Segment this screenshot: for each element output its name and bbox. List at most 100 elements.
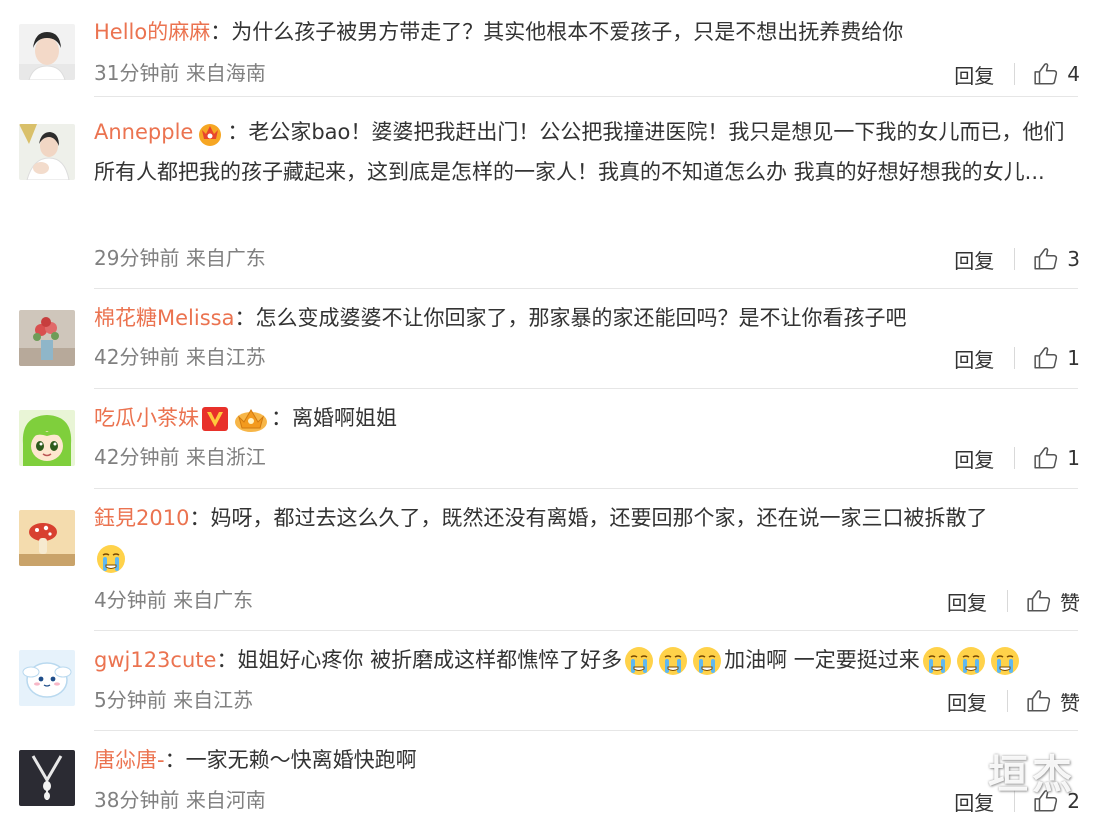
crying-face-emoji-icon: [625, 647, 654, 675]
reply-button[interactable]: 回复: [954, 444, 994, 473]
avatar[interactable]: [19, 24, 75, 80]
avatar[interactable]: [19, 510, 75, 566]
comment-source: 来自江苏: [185, 345, 266, 369]
comment-body: ：姐姐好心疼你 被折磨成这样都憔悴了好多: [216, 648, 623, 672]
divider: [94, 96, 1078, 97]
comment-source: 来自广东: [173, 588, 254, 612]
divider: [94, 630, 1078, 631]
crying-face-emoji-icon: [693, 647, 722, 675]
comment-time: 38分钟前: [94, 788, 180, 812]
comment-text: 吃瓜小茶妹 ：离婚啊姐姐: [94, 398, 1084, 438]
thumbs-up-icon: [1027, 590, 1051, 612]
action-separator: [1014, 248, 1016, 270]
like-count: 1: [1067, 346, 1080, 370]
comment-actions: 回复 赞: [947, 586, 1080, 616]
comment-meta: 31分钟前 来自海南: [94, 59, 266, 87]
like-button[interactable]: 1: [1033, 445, 1080, 471]
comment-source: 来自河南: [185, 788, 266, 812]
like-button[interactable]: 赞: [1026, 587, 1080, 616]
like-button[interactable]: 3: [1033, 246, 1080, 272]
comment-body: ：妈呀，都过去这么久了，既然还没有离婚，还要回那个家，还在说一家三口被拆散了: [189, 506, 988, 530]
username-link[interactable]: 鈺見2010: [94, 506, 189, 530]
comment-meta: 38分钟前 来自河南: [94, 786, 266, 814]
crying-face-emoji-icon: [990, 647, 1019, 675]
username-link[interactable]: 吃瓜小茶妹: [94, 406, 199, 430]
comment-time: 42分钟前: [94, 445, 180, 469]
comment-time: 5分钟前: [94, 688, 167, 712]
like-label: 赞: [1060, 590, 1080, 615]
comment-time: 31分钟前: [94, 61, 180, 85]
like-button[interactable]: 赞: [1026, 687, 1080, 716]
comment-time: 4分钟前: [94, 588, 167, 612]
crown-badge-icon: [235, 409, 267, 432]
thumbs-up-icon: [1034, 347, 1058, 369]
crying-face-emoji-icon: [659, 647, 688, 675]
action-separator: [1014, 347, 1016, 369]
comment-body: ：一家无赖～快离婚快跑啊: [164, 748, 417, 772]
avatar[interactable]: [19, 650, 75, 706]
divider: [94, 730, 1078, 731]
like-count: 4: [1067, 62, 1080, 86]
action-separator: [1007, 690, 1008, 712]
thumbs-up-icon: [1034, 248, 1058, 270]
divider: [94, 288, 1078, 289]
comment-text: 棉花糖Melissa：怎么变成婆婆不让你回家了，那家暴的家还能回吗？是不让你看孩…: [94, 298, 1084, 338]
action-separator: [1014, 447, 1016, 469]
comment-body: ：为什么孩子被男方带走了？其实他根本不爱孩子，只是不想出抚养费给你: [210, 20, 904, 44]
comment-body-continued: 加油啊 一定要挺过来: [724, 648, 920, 672]
avatar[interactable]: [19, 410, 75, 466]
username-link[interactable]: 唐尛唐-: [94, 748, 165, 772]
reply-button[interactable]: 回复: [954, 344, 994, 373]
reply-button[interactable]: 回复: [947, 587, 987, 616]
comment-actions: 回复 1: [954, 343, 1080, 373]
comment-source: 来自海南: [185, 61, 266, 85]
divider: [94, 488, 1078, 489]
like-button[interactable]: 1: [1033, 345, 1080, 371]
action-separator: [1007, 590, 1008, 612]
like-count: 1: [1067, 446, 1080, 470]
comment-text: Annepple ：老公家bao！婆婆把我赶出门！公公把我撞进医院！我只是想见一下…: [94, 112, 1084, 192]
comment-meta: 5分钟前 来自江苏: [94, 686, 253, 714]
username-link[interactable]: Hello的麻麻: [94, 20, 210, 44]
username-link[interactable]: 棉花糖Melissa: [94, 306, 234, 330]
avatar[interactable]: [19, 124, 75, 180]
thumbs-up-icon: [1034, 63, 1058, 85]
comment-body: ：老公家bao！婆婆把我赶出门！公公把我撞进医院！我只是想见一下我的女儿而已，他…: [94, 120, 1065, 184]
comment-actions: 回复 1: [954, 443, 1080, 473]
comment-actions: 回复 3: [954, 244, 1080, 274]
watermark: 垣杰: [988, 752, 1076, 798]
comment-body: ：怎么变成婆婆不让你回家了，那家暴的家还能回吗？是不让你看孩子吧: [234, 306, 907, 330]
comment-text: 唐尛唐-：一家无赖～快离婚快跑啊: [94, 740, 1084, 780]
comment-body: ：离婚啊姐姐: [271, 406, 397, 430]
comment-meta: 29分钟前 来自广东: [94, 244, 266, 272]
reply-button[interactable]: 回复: [954, 60, 994, 89]
reply-button[interactable]: 回复: [947, 687, 987, 716]
avatar[interactable]: [19, 310, 75, 366]
comment-source: 来自浙江: [185, 445, 266, 469]
avatar[interactable]: [19, 750, 75, 806]
crying-face-emoji-icon: [97, 545, 125, 573]
comment-actions: 回复 4: [954, 59, 1080, 89]
username-link[interactable]: gwj123cute: [94, 648, 216, 672]
thumbs-up-icon: [1027, 690, 1051, 712]
comment-text: Hello的麻麻：为什么孩子被男方带走了？其实他根本不爱孩子，只是不想出抚养费给…: [94, 12, 1084, 52]
comment-source: 来自广东: [185, 246, 266, 270]
comment-time: 29分钟前: [94, 246, 180, 270]
username-link[interactable]: Annepple: [94, 120, 193, 144]
comment-meta: 42分钟前 来自浙江: [94, 443, 266, 471]
crying-face-emoji-icon: [956, 647, 985, 675]
action-separator: [1014, 63, 1016, 85]
like-count: 3: [1067, 247, 1080, 271]
reply-button[interactable]: 回复: [954, 245, 994, 274]
vip-v-badge-icon: [202, 407, 228, 431]
crown-badge-icon: [199, 124, 222, 146]
comment-meta: 42分钟前 来自江苏: [94, 343, 266, 371]
comment-meta: 4分钟前 来自广东: [94, 586, 253, 614]
crying-face-emoji-icon: [922, 647, 951, 675]
comment-source: 来自江苏: [173, 688, 254, 712]
comment-time: 42分钟前: [94, 345, 180, 369]
like-button[interactable]: 4: [1033, 61, 1080, 87]
comment-text: gwj123cute：姐姐好心疼你 被折磨成这样都憔悴了好多 加油啊 一定要挺过来: [94, 640, 1084, 680]
divider: [94, 388, 1078, 389]
comment-text: 鈺見2010：妈呀，都过去这么久了，既然还没有离婚，还要回那个家，还在说一家三口…: [94, 498, 1084, 578]
